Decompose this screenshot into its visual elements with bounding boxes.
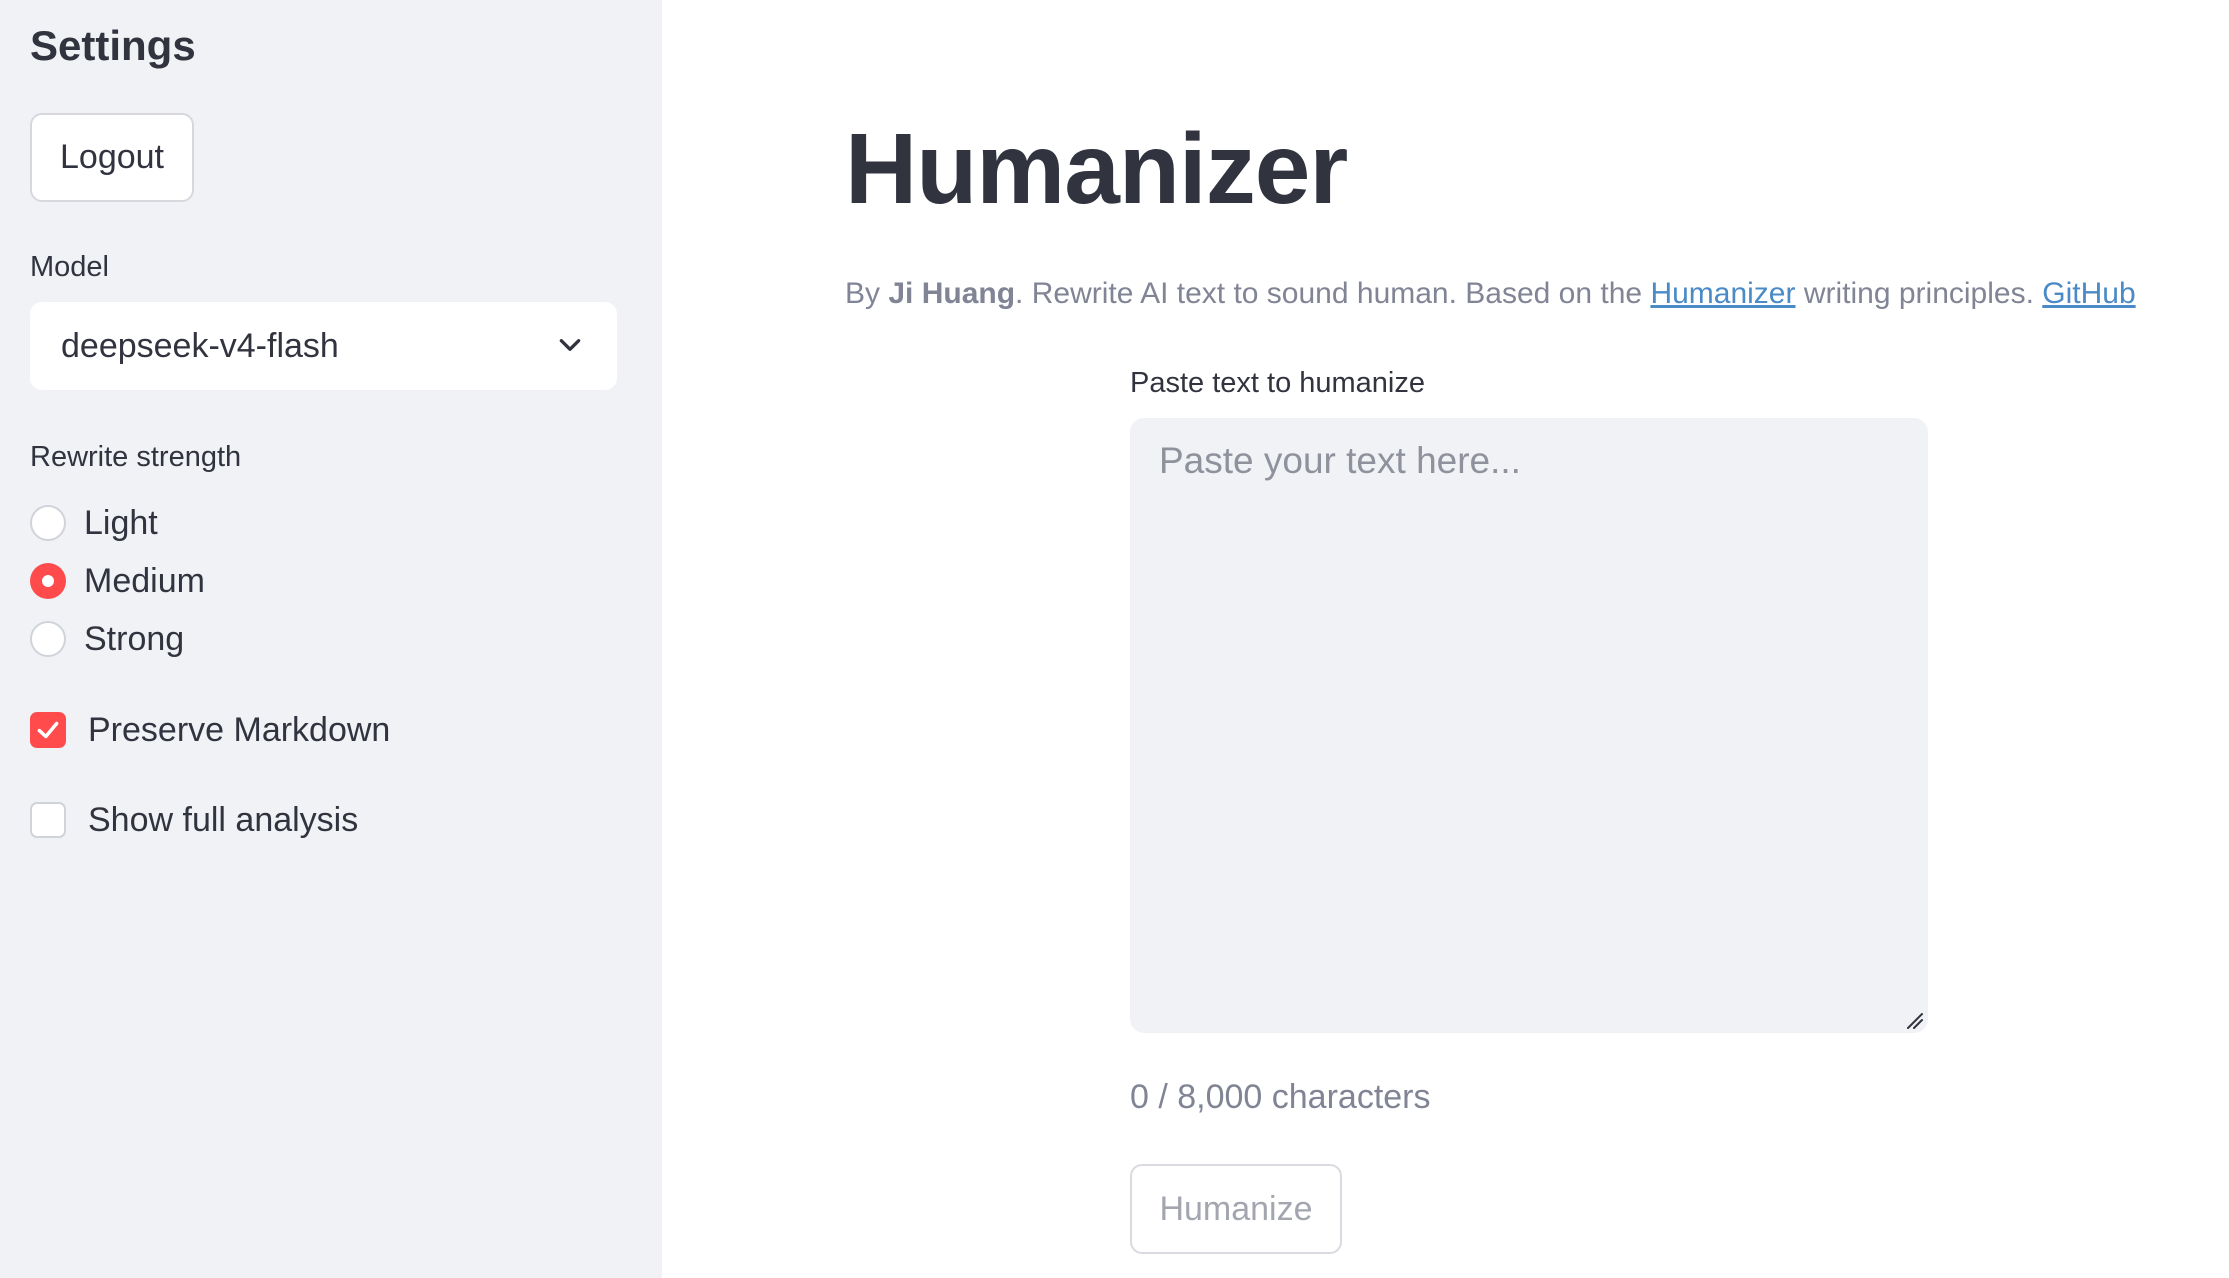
preserve-markdown-label: Preserve Markdown: [88, 710, 391, 749]
page-title: Humanizer: [845, 113, 1348, 225]
radio-light-indicator[interactable]: [30, 505, 66, 541]
byline-suffix: writing principles.: [1795, 277, 2043, 310]
preserve-markdown-checkbox[interactable]: Preserve Markdown: [30, 710, 390, 750]
radio-strong[interactable]: Strong: [30, 619, 184, 659]
humanizer-link[interactable]: Humanizer: [1650, 277, 1795, 310]
resize-handle-icon[interactable]: [1904, 1010, 1924, 1030]
radio-medium[interactable]: Medium: [30, 561, 205, 601]
humanize-button[interactable]: Humanize: [1130, 1164, 1342, 1254]
byline: By Ji Huang. Rewrite AI text to sound hu…: [845, 277, 2136, 311]
radio-medium-label: Medium: [84, 561, 205, 600]
rewrite-strength-label: Rewrite strength: [30, 441, 242, 473]
model-label: Model: [30, 251, 109, 283]
text-input-label: Paste text to humanize: [1130, 367, 1425, 399]
model-select[interactable]: deepseek-v4-flash: [30, 302, 617, 390]
sidebar: Settings Logout Model deepseek-v4-flash …: [0, 0, 662, 1278]
checkmark-icon: [37, 721, 59, 739]
checkbox-checked-icon[interactable]: [30, 712, 66, 748]
byline-prefix: By: [845, 277, 889, 310]
model-selected-value: deepseek-v4-flash: [61, 326, 339, 365]
text-input[interactable]: [1130, 418, 1928, 1033]
radio-strong-indicator[interactable]: [30, 621, 66, 657]
github-link[interactable]: GitHub: [2042, 277, 2135, 310]
character-count: 0 / 8,000 characters: [1130, 1078, 1431, 1116]
radio-light[interactable]: Light: [30, 503, 158, 543]
radio-strong-label: Strong: [84, 619, 185, 658]
byline-middle: . Rewrite AI text to sound human. Based …: [1015, 277, 1651, 310]
show-full-analysis-checkbox[interactable]: Show full analysis: [30, 800, 358, 840]
sidebar-title: Settings: [30, 22, 196, 69]
chevron-down-icon: [559, 339, 581, 351]
logout-button[interactable]: Logout: [30, 113, 194, 202]
radio-medium-indicator[interactable]: [30, 563, 66, 599]
checkbox-unchecked-icon[interactable]: [30, 802, 66, 838]
show-full-analysis-label: Show full analysis: [88, 800, 359, 839]
radio-light-label: Light: [84, 503, 158, 542]
app-window: Settings Logout Model deepseek-v4-flash …: [0, 0, 2229, 1278]
byline-author: Ji Huang: [888, 277, 1016, 310]
